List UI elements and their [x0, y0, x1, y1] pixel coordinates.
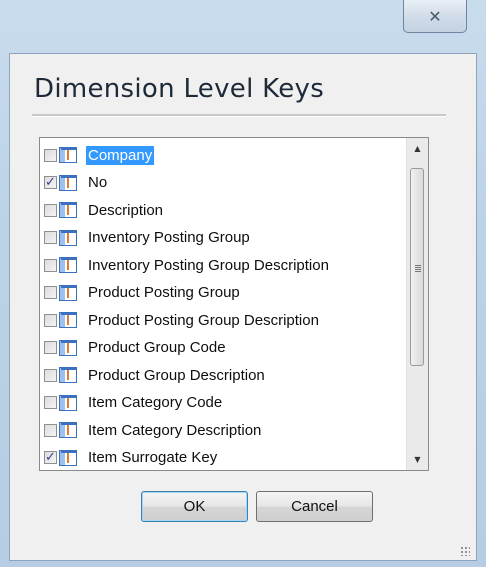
item-checkbox[interactable]	[44, 423, 57, 437]
item-checkbox[interactable]	[44, 286, 57, 299]
scroll-up-button[interactable]: ▲	[407, 138, 428, 159]
item-checkbox[interactable]	[44, 396, 57, 409]
table-field-icon	[59, 174, 77, 191]
resize-grip-icon[interactable]	[460, 546, 470, 556]
table-field-icon	[59, 229, 77, 246]
table-field-icon	[59, 394, 77, 411]
list-item[interactable]: Product Posting Group Description	[44, 307, 321, 333]
list-item[interactable]: Product Posting Group	[44, 280, 242, 306]
item-label: Product Group Code	[88, 339, 226, 356]
item-checkbox[interactable]	[44, 148, 57, 162]
close-icon: ✕	[428, 6, 442, 26]
table-field-icon	[59, 312, 77, 328]
item-label: Inventory Posting Group Description	[88, 256, 329, 274]
scroll-down-button[interactable]: ▼	[407, 449, 428, 470]
item-label: Item Surrogate Key	[88, 449, 218, 466]
table-field-icon	[59, 449, 77, 466]
dialog-title: Dimension Level Keys	[34, 74, 325, 104]
table-field-icon	[59, 147, 77, 163]
table-field-icon	[59, 257, 77, 273]
dialog-body: Dimension Level Keys Company ✓ No Descripti…	[9, 53, 477, 561]
item-checkbox[interactable]: ✓	[44, 451, 57, 464]
table-field-icon	[59, 367, 77, 383]
ok-button[interactable]: OK	[141, 491, 248, 522]
list-item[interactable]: Inventory Posting Group Description	[44, 252, 331, 278]
scroll-grip-icon	[415, 265, 421, 266]
dimension-keys-list[interactable]: Company ✓ No Description Inventory Posting G…	[39, 137, 429, 471]
list-item[interactable]: Item Category Code	[44, 390, 224, 416]
list-item[interactable]: ✓ No	[44, 170, 109, 196]
vertical-scrollbar[interactable]: ▲ ▼	[406, 138, 428, 470]
item-checkbox[interactable]	[44, 341, 57, 354]
item-label: Description	[88, 201, 164, 219]
item-label: Company	[86, 145, 155, 165]
window-frame: ✕ Dimension Level Keys Company ✓ No Descrip…	[0, 0, 486, 567]
title-divider	[32, 114, 446, 117]
item-label: Inventory Posting Group	[88, 229, 250, 246]
item-checkbox[interactable]	[44, 203, 57, 217]
close-button[interactable]: ✕	[403, 0, 467, 33]
table-field-icon	[59, 284, 77, 301]
item-checkbox[interactable]	[44, 231, 57, 244]
item-label: No	[88, 174, 108, 191]
list-item[interactable]: Inventory Posting Group	[44, 225, 252, 251]
list-item[interactable]: Company	[44, 142, 155, 168]
item-label: Product Group Description	[88, 366, 265, 384]
table-field-icon	[59, 422, 77, 438]
list-item[interactable]: Item Category Description	[44, 417, 263, 443]
table-field-icon	[59, 202, 77, 218]
table-field-icon	[59, 339, 77, 356]
scroll-up-icon: ▲	[414, 144, 421, 153]
list-item[interactable]: Description	[44, 197, 165, 223]
item-checkbox[interactable]: ✓	[44, 176, 57, 189]
scroll-thumb[interactable]	[410, 168, 424, 366]
cancel-button[interactable]: Cancel	[256, 491, 373, 522]
list-item[interactable]: Product Group Description	[44, 362, 267, 388]
list-item[interactable]: ✓ Item Surrogate Key	[44, 445, 219, 471]
item-label: Product Posting Group	[88, 284, 240, 301]
item-label: Item Category Description	[88, 421, 262, 439]
scroll-down-icon: ▼	[414, 455, 421, 464]
item-checkbox[interactable]	[44, 313, 57, 327]
item-checkbox[interactable]	[44, 258, 57, 272]
item-checkbox[interactable]	[44, 368, 57, 382]
item-label: Product Posting Group Description	[88, 311, 319, 329]
item-label: Item Category Code	[88, 394, 223, 411]
list-item[interactable]: Product Group Code	[44, 335, 228, 361]
